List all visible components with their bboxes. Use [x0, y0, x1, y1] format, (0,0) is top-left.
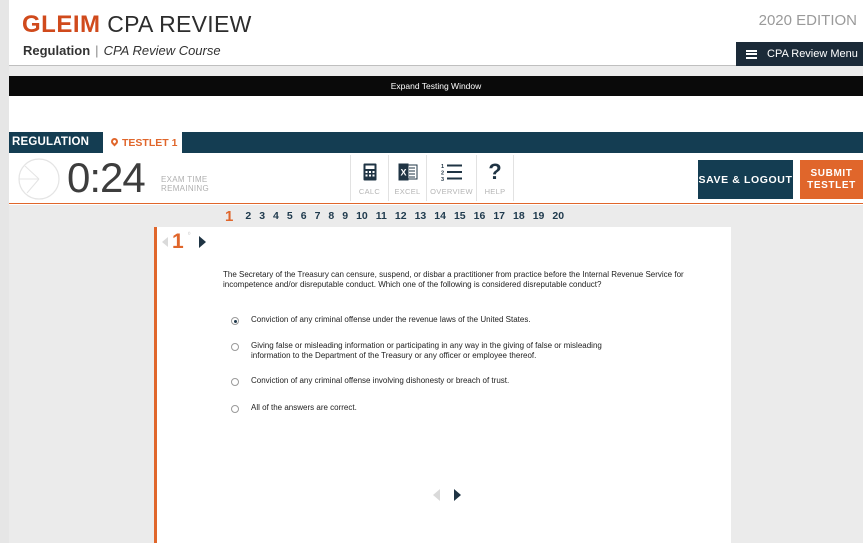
edition-label: 2020 EDITION [758, 12, 857, 29]
expand-testing-window-label: Expand Testing Window [390, 81, 482, 91]
svg-text:X: X [400, 168, 406, 178]
question-nav-item[interactable]: 19 [529, 210, 549, 222]
subtitle-separator: | [95, 43, 99, 58]
menu-label: CPA Review Menu [767, 48, 858, 60]
tab-testlet-label: TESTLET 1 [122, 137, 178, 149]
answer-radio[interactable] [231, 405, 239, 413]
submit-label-line2: TESTLET [807, 179, 856, 191]
tab-regulation[interactable]: REGULATION [12, 136, 89, 148]
bottom-question-nav [433, 489, 461, 501]
question-nav-item[interactable]: 9 [338, 210, 352, 222]
calc-label: CALC [358, 187, 381, 196]
section-tabbar: REGULATION TESTLET 1 [9, 132, 863, 154]
question-nav-item[interactable]: 1 [221, 208, 241, 225]
logo-product: CPA REVIEW [100, 11, 252, 37]
question-nav-item[interactable]: 6 [297, 210, 311, 222]
answer-choice[interactable]: Conviction of any criminal offense invol… [231, 376, 631, 386]
save-logout-button[interactable]: SAVE & LOGOUT [698, 160, 793, 199]
header-spacer [9, 66, 863, 76]
answer-choice[interactable]: Conviction of any criminal offense under… [231, 315, 631, 325]
help-label: HELP [484, 187, 506, 196]
content-spacer [9, 96, 863, 132]
excel-icon: X [398, 161, 418, 183]
hamburger-menu-icon [746, 49, 757, 59]
question-text: The Secretary of the Treasury can censur… [223, 270, 684, 289]
question-nav-item[interactable]: 20 [548, 210, 568, 222]
question-nav-item[interactable]: 14 [430, 210, 450, 222]
question-nav-item[interactable]: 8 [324, 210, 338, 222]
question-nav-item[interactable]: 5 [283, 210, 297, 222]
svg-text:2: 2 [441, 171, 444, 177]
overview-label: OVERVIEW [430, 187, 473, 196]
help-button[interactable]: ? HELP [476, 155, 514, 201]
subtitle-course: CPA Review Course [103, 43, 221, 58]
location-pin-icon [109, 136, 120, 147]
logo-brand: GLEIM [22, 11, 101, 38]
expand-testing-window-button[interactable]: Expand Testing Window [9, 76, 863, 96]
overview-list-icon: 1 2 3 [441, 161, 463, 183]
answer-radio[interactable] [231, 317, 239, 325]
calculator-icon [363, 161, 377, 183]
submit-testlet-button[interactable]: SUBMIT TESTLET [800, 160, 863, 199]
excel-button[interactable]: X EXCEL [388, 155, 426, 201]
question-nav-item[interactable]: 12 [391, 210, 411, 222]
question-navigation: 1 2 3 4 5 6 7 8 9 10 11 12 13 14 15 16 1… [221, 206, 568, 226]
next-question-arrow-icon[interactable] [198, 236, 206, 248]
question-nav-item[interactable]: 15 [450, 210, 470, 222]
tab-testlet-1[interactable]: TESTLET 1 [103, 132, 182, 154]
answer-text: Conviction of any criminal offense under… [251, 315, 531, 324]
calc-button[interactable]: CALC [350, 155, 388, 201]
answer-text: All of the answers are correct. [251, 403, 357, 412]
question-card: 1 ⁰ The Secretary of the Treasury can ce… [154, 227, 731, 543]
timer-caption-line2: REMAINING [161, 184, 210, 193]
svg-text:1: 1 [441, 164, 444, 170]
prev-question-arrow-icon[interactable] [162, 237, 168, 247]
gleim-logo: GLEIM CPA REVIEW [22, 11, 252, 39]
question-nav-item[interactable]: 3 [255, 210, 269, 222]
cpa-review-menu-button[interactable]: CPA Review Menu [736, 42, 863, 66]
question-nav-item[interactable]: 10 [352, 210, 372, 222]
timer-caption: EXAM TIME REMAINING [161, 175, 209, 193]
question-nav-item[interactable]: 17 [489, 210, 509, 222]
answer-radio[interactable] [231, 343, 239, 351]
question-nav-item[interactable]: 13 [411, 210, 431, 222]
exam-timer: 0:24 [67, 154, 146, 201]
course-subtitle: Regulation | CPA Review Course [23, 43, 221, 58]
exam-toolbar: 0:24 EXAM TIME REMAINING CALC X EXCEL 1 … [9, 153, 863, 204]
question-number: 1 [172, 230, 184, 253]
question-nav-item[interactable]: 7 [311, 210, 325, 222]
answer-radio[interactable] [231, 378, 239, 386]
help-icon: ? [488, 159, 502, 184]
question-nav-item[interactable]: 11 [372, 210, 391, 222]
answer-choice[interactable]: Giving false or misleading information o… [231, 341, 631, 361]
subtitle-section: Regulation [23, 43, 91, 58]
flag-icon[interactable]: ⁰ [188, 231, 191, 239]
question-nav-item[interactable]: 18 [509, 210, 529, 222]
question-nav-item[interactable]: 16 [470, 210, 490, 222]
overview-button[interactable]: 1 2 3 OVERVIEW [426, 155, 476, 201]
app-header: GLEIM CPA REVIEW Regulation | CPA Review C… [9, 0, 863, 66]
clock-watermark-icon [18, 158, 60, 200]
prev-question-bottom-arrow-icon[interactable] [433, 489, 440, 501]
timer-caption-line1: EXAM TIME [161, 175, 208, 184]
question-nav-item[interactable]: 2 [241, 210, 255, 222]
answer-text: Giving false or misleading information o… [251, 341, 602, 360]
svg-text:3: 3 [441, 177, 444, 182]
tool-buttons: CALC X EXCEL 1 2 3 OVERVIEW ? HELP [350, 155, 514, 201]
window-frame-left [0, 0, 9, 543]
answer-text: Conviction of any criminal offense invol… [251, 376, 510, 385]
excel-label: EXCEL [394, 187, 421, 196]
next-question-bottom-arrow-icon[interactable] [454, 489, 461, 501]
answer-choice[interactable]: All of the answers are correct. [231, 403, 631, 413]
question-nav-item[interactable]: 4 [269, 210, 283, 222]
submit-label-line1: SUBMIT [810, 167, 853, 179]
question-header: 1 ⁰ [162, 230, 206, 254]
